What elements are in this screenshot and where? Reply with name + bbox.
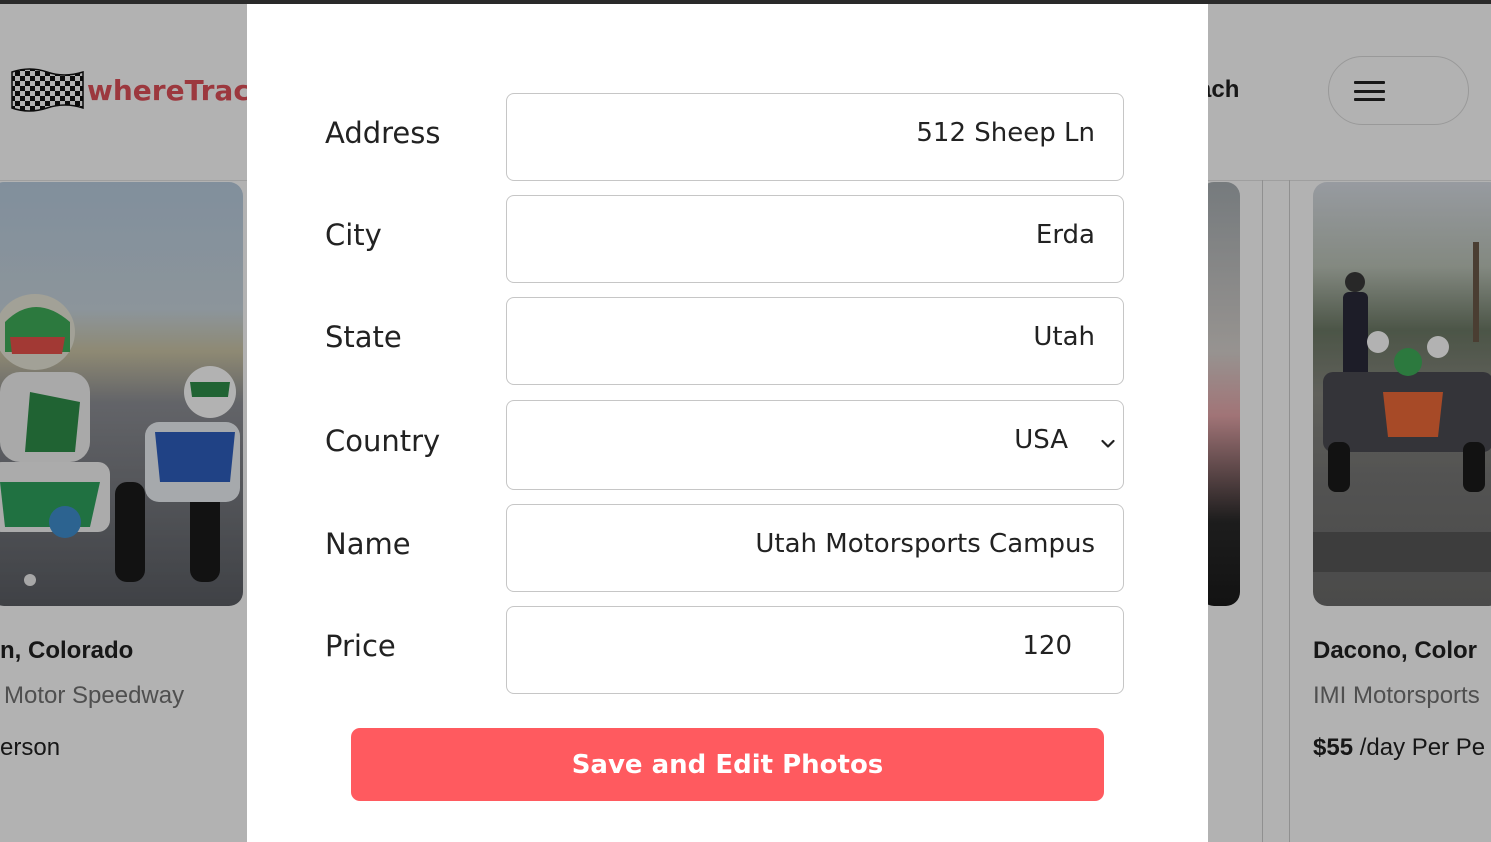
price-row: Price 120 (247, 606, 1208, 694)
country-select[interactable]: USA (506, 400, 1124, 490)
chevron-down-icon (1101, 439, 1115, 448)
address-input[interactable]: 512 Sheep Ln (506, 93, 1124, 181)
edit-track-modal: Address 512 Sheep Ln City Erda State Uta… (247, 4, 1208, 842)
name-row: Name Utah Motorsports Campus (247, 504, 1208, 592)
name-input[interactable]: Utah Motorsports Campus (506, 504, 1124, 592)
city-input[interactable]: Erda (506, 195, 1124, 283)
top-edge-bar (0, 0, 1491, 4)
price-label: Price (325, 629, 396, 663)
name-value: Utah Motorsports Campus (755, 529, 1095, 559)
name-label: Name (325, 527, 411, 561)
save-button-label: Save and Edit Photos (571, 749, 884, 780)
state-row: State Utah (247, 297, 1208, 385)
city-label: City (325, 218, 382, 252)
country-label: Country (325, 424, 441, 458)
city-row: City Erda (247, 195, 1208, 283)
address-row: Address 512 Sheep Ln (247, 93, 1208, 181)
state-input[interactable]: Utah (506, 297, 1124, 385)
address-value: 512 Sheep Ln (916, 118, 1095, 148)
price-input[interactable]: 120 (506, 606, 1124, 694)
address-label: Address (325, 116, 441, 150)
country-value: USA (1014, 425, 1068, 455)
state-value: Utah (1033, 322, 1095, 352)
country-row: Country USA (247, 400, 1208, 490)
state-label: State (325, 320, 402, 354)
price-value: 120 (1022, 631, 1072, 661)
city-value: Erda (1035, 220, 1095, 250)
save-and-edit-photos-button[interactable]: Save and Edit Photos (351, 728, 1104, 801)
